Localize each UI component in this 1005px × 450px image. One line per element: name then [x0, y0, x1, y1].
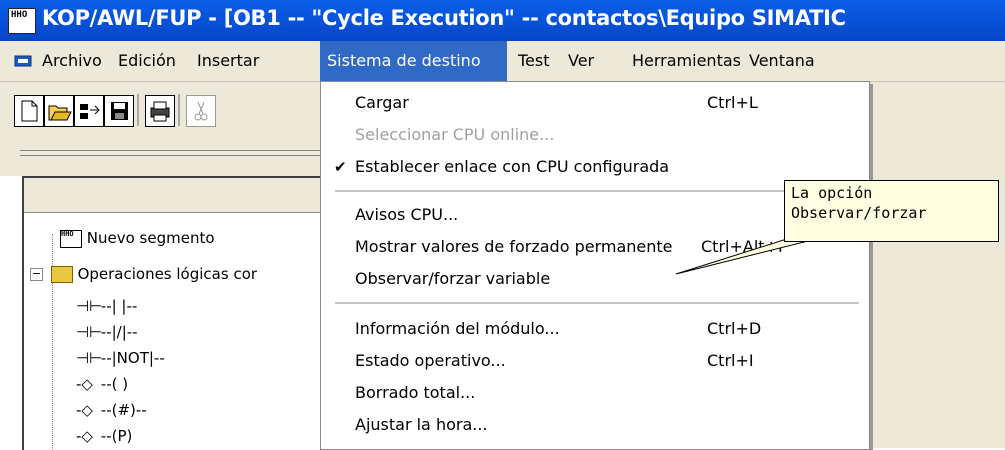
- collapse-icon[interactable]: −: [30, 268, 43, 281]
- menu-item-seleccionar-cpu-online[interactable]: Seleccionar CPU online...: [321, 120, 869, 150]
- menu-item-cargar[interactable]: Cargar Ctrl+L: [321, 88, 869, 118]
- coil-icon: -◇: [76, 401, 93, 419]
- menu-bar: Archivo Edición Insertar Sistema de dest…: [0, 41, 1005, 82]
- network-segment-icon: HHO: [60, 229, 82, 248]
- cut-icon[interactable]: [186, 95, 216, 127]
- document-menu-icon[interactable]: [14, 52, 32, 70]
- contact-icon: ⊣⊢: [76, 349, 103, 367]
- coil-icon: -◇: [76, 427, 93, 445]
- menu-item-borrado-total[interactable]: Borrado total...: [321, 378, 869, 408]
- panel-header: [24, 178, 324, 213]
- menu-ver[interactable]: Ver: [561, 41, 601, 81]
- tree-item-contact-nc[interactable]: ⊣⊢ --|/|--: [76, 320, 138, 344]
- menu-item-label: Información del módulo...: [355, 319, 560, 338]
- menu-item-label: Establecer enlace con CPU configurada: [355, 157, 670, 176]
- menu-item-observar-forzar-variable[interactable]: Observar/forzar variable: [321, 264, 869, 294]
- coil-icon: -◇: [76, 375, 93, 393]
- menu-item-shortcut: Ctrl+I: [707, 351, 754, 370]
- tree-item-nuevo-segmento[interactable]: HHO Nuevo segmento: [60, 226, 215, 250]
- menu-item-label: Cargar: [355, 93, 409, 112]
- tree-item-label: --| |--: [100, 297, 138, 315]
- new-icon[interactable]: [14, 95, 44, 127]
- menu-edicion[interactable]: Edición: [111, 41, 183, 81]
- program-elements-panel: HHO Nuevo segmento − Operaciones lógicas…: [22, 176, 324, 450]
- menu-item-label: Estado operativo...: [355, 351, 506, 370]
- open-icon[interactable]: [44, 95, 74, 127]
- tree-item-label: Operaciones lógicas cor: [77, 265, 258, 283]
- title-bar: HHO KOP/AWL/FUP - [OB1 -- "Cycle Executi…: [0, 0, 1005, 41]
- secondary-toolbar: [0, 136, 330, 176]
- tree-item-coil[interactable]: -◇ --( ): [76, 372, 128, 396]
- menu-item-shortcut: Ctrl+L: [707, 93, 758, 112]
- tree-item-coil-p[interactable]: -◇ --(P): [76, 424, 132, 448]
- contact-icon: ⊣⊢: [76, 323, 103, 341]
- folder-icon: [50, 266, 73, 283]
- tree-item-label: Nuevo segmento: [86, 229, 215, 247]
- menu-ventana[interactable]: Ventana: [742, 41, 822, 81]
- tree-item-operaciones-logicas[interactable]: − Operaciones lógicas cor: [30, 262, 257, 286]
- menu-item-establecer-enlace[interactable]: ✔ Establecer enlace con CPU configurada: [321, 152, 869, 182]
- window-title: KOP/AWL/FUP - [OB1 -- "Cycle Execution" …: [42, 6, 846, 30]
- contact-icon: ⊣⊢: [76, 297, 103, 315]
- toolbar-separator: [178, 94, 180, 126]
- callout-line-1: La opción: [791, 184, 873, 202]
- checkmark-icon: ✔: [334, 158, 347, 176]
- toolbar-separator: [137, 94, 139, 126]
- tree-item-label: --(#)--: [100, 401, 147, 419]
- app-icon[interactable]: HHO: [8, 8, 36, 34]
- menu-item-label: Borrado total...: [355, 383, 476, 402]
- tree-item-label: --|/|--: [100, 323, 138, 341]
- menu-item-shortcut: Ctrl+D: [707, 319, 762, 338]
- annotation-callout: La opción Observar/forzar: [784, 180, 999, 242]
- menu-separator: [335, 190, 859, 193]
- menu-item-shortcut: Ctrl+Alt+F: [701, 237, 788, 256]
- sistema-de-destino-dropdown: Cargar Ctrl+L Seleccionar CPU online... …: [320, 81, 870, 450]
- menu-item-label: Ajustar la hora...: [355, 415, 488, 434]
- tree-item-label: --(P): [100, 427, 133, 445]
- menu-separator: [335, 302, 859, 305]
- tree-item-label: --( ): [100, 375, 129, 393]
- menu-item-label: Mostrar valores de forzado permanente: [355, 237, 673, 256]
- menu-test[interactable]: Test: [511, 41, 557, 81]
- print-icon[interactable]: [145, 95, 175, 127]
- menu-herramientas[interactable]: Herramientas: [625, 41, 748, 81]
- menu-sistema-de-destino[interactable]: Sistema de destino: [320, 41, 507, 81]
- menu-item-estado-operativo[interactable]: Estado operativo... Ctrl+I: [321, 346, 869, 376]
- menu-item-label: Avisos CPU...: [355, 205, 459, 224]
- editor-background: [868, 82, 1005, 448]
- menu-item-ajustar-hora[interactable]: Ajustar la hora...: [321, 410, 869, 440]
- save-icon[interactable]: [104, 95, 134, 127]
- toolbar: [0, 82, 330, 136]
- network-icon[interactable]: [74, 95, 104, 127]
- menu-item-label: Seleccionar CPU online...: [355, 125, 555, 144]
- callout-line-2: Observar/forzar: [791, 204, 927, 222]
- tree-item-contact-no[interactable]: ⊣⊢ --| |--: [76, 294, 137, 318]
- menu-archivo[interactable]: Archivo: [35, 41, 109, 81]
- menu-item-label: Observar/forzar variable: [355, 269, 551, 288]
- tree-item-not[interactable]: ⊣⊢ --|NOT|--: [76, 346, 165, 370]
- tree-item-label: --|NOT|--: [100, 349, 165, 367]
- tree-item-coil-hash[interactable]: -◇ --(#)--: [76, 398, 147, 422]
- menu-insertar[interactable]: Insertar: [190, 41, 266, 81]
- menu-item-informacion-modulo[interactable]: Información del módulo... Ctrl+D: [321, 314, 869, 344]
